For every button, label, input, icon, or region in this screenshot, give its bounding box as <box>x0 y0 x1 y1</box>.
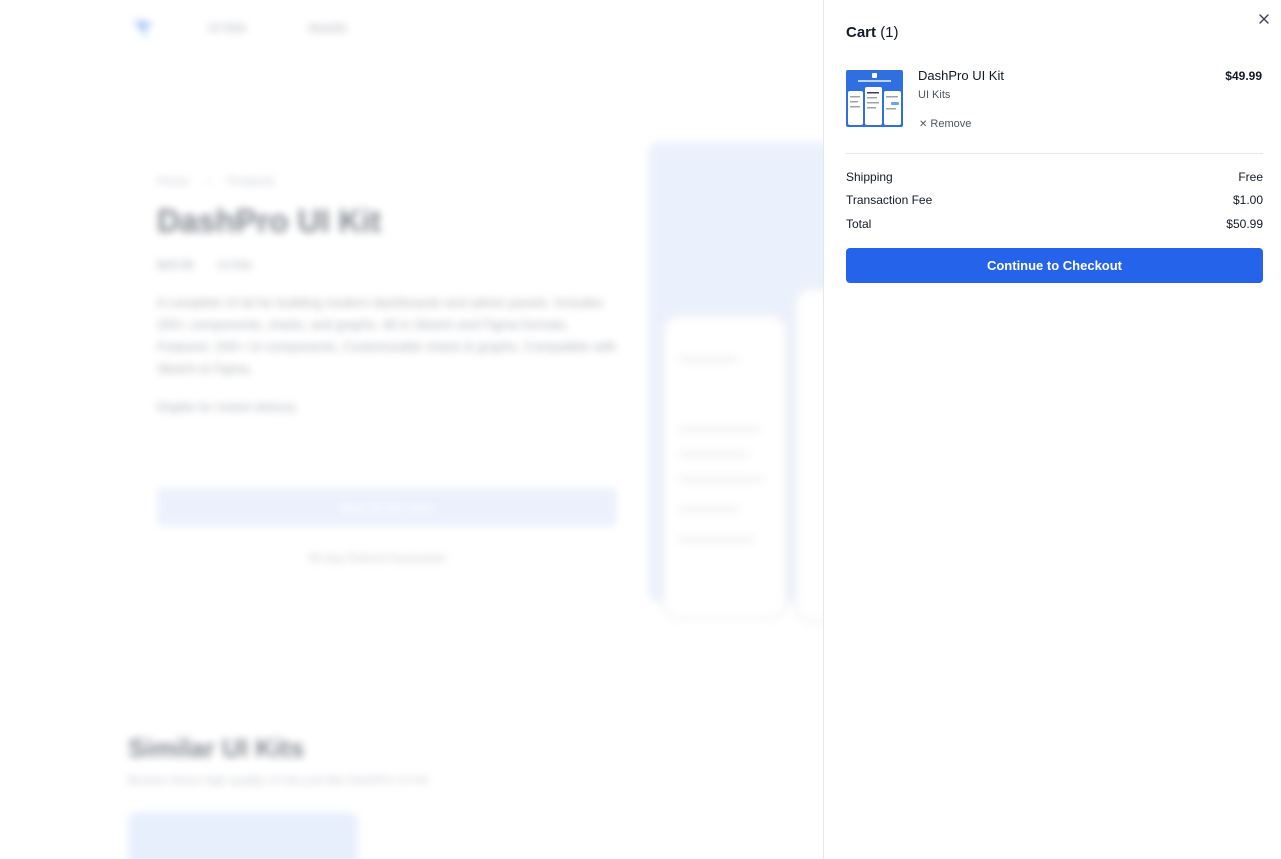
cart-title-label: Cart <box>846 24 877 41</box>
breadcrumb-products[interactable]: Products <box>228 174 275 188</box>
buy-button[interactable]: Buy UI Kit now <box>157 488 617 526</box>
phone-mockup <box>662 314 788 620</box>
product-description: A complete UI kit for building modern da… <box>157 295 617 376</box>
remove-button[interactable]: ✕ Remove <box>919 118 971 130</box>
breadcrumb: Home › Products <box>157 174 289 188</box>
nav-assets[interactable]: Assets <box>308 20 347 35</box>
breadcrumb-separator: › <box>206 174 211 188</box>
product-price: $49.99 <box>157 258 194 272</box>
nav-ui-kits[interactable]: UI Kits <box>208 20 246 35</box>
product-category: UI Kits <box>217 258 253 272</box>
guarantee-note: 30 day Refund Guarantee <box>308 551 447 565</box>
similar-subtitle: Browse these high quality UI kits just l… <box>128 773 428 787</box>
logo-icon <box>134 20 154 40</box>
close-icon[interactable] <box>1256 11 1272 27</box>
cart-count: (1) <box>880 24 899 41</box>
cart-item-category: UI Kits <box>918 89 951 101</box>
transaction-fee-label: Transaction Fee <box>846 193 933 207</box>
checkout-button[interactable]: Continue to Checkout <box>846 248 1263 283</box>
transaction-fee-value: $1.00 <box>1232 193 1263 207</box>
cart-item-name[interactable]: DashPro UI Kit <box>918 68 1004 83</box>
page: UI Kits Assets Home › Products DashPro U… <box>0 0 1281 859</box>
shipping-label: Shipping <box>846 170 893 184</box>
similar-kit-card[interactable] <box>128 812 358 859</box>
total-value: $50.99 <box>1226 217 1263 231</box>
divider <box>846 153 1263 154</box>
remove-icon: ✕ <box>919 118 928 130</box>
product-meta: $49.99 UI Kits <box>157 258 272 272</box>
cart-item-price: $49.99 <box>1225 69 1262 83</box>
shipping-value: Free <box>1238 170 1263 184</box>
remove-label: Remove <box>930 118 972 130</box>
similar-title: Similar UI Kits <box>128 733 305 763</box>
eligible-note: Eligible for instant delivery <box>157 400 297 414</box>
cart-drawer: Cart (1) DashPro UI Kit UI Kits $49.99 ✕… <box>823 0 1281 859</box>
total-row: Total $50.99 <box>846 217 1263 231</box>
breadcrumb-home[interactable]: Home <box>157 174 189 188</box>
transaction-fee-row: Transaction Fee $1.00 <box>846 193 1263 207</box>
total-label: Total <box>846 217 872 231</box>
cart-title: Cart (1) <box>846 24 899 41</box>
product-thumbnail <box>846 70 903 127</box>
product-title: DashPro UI Kit <box>157 203 382 239</box>
shipping-row: Shipping Free <box>846 170 1263 184</box>
